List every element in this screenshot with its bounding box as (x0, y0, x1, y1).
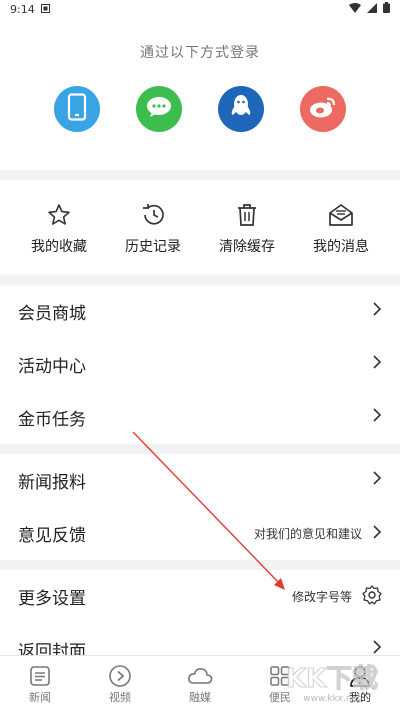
login-methods (0, 86, 400, 132)
history-icon (140, 202, 166, 228)
tab-news[interactable]: 新闻 (10, 656, 70, 711)
messages-button[interactable]: 我的消息 (301, 180, 381, 275)
news-icon (29, 663, 51, 689)
more-settings-row[interactable]: 更多设置 修改字号等 (0, 570, 400, 623)
tab-media[interactable]: 融媒 (170, 656, 230, 711)
weibo-icon (309, 95, 337, 123)
settings-hint: 修改字号等 (291, 590, 352, 604)
news-tips-row[interactable]: 新闻报料 (0, 454, 400, 507)
menu-group-1: 会员商城 活动中心 金币任务 (0, 285, 400, 444)
messages-label: 我的消息 (313, 239, 369, 255)
clear-cache-label: 清除缓存 (219, 239, 275, 255)
tab-media-label: 融媒 (189, 690, 211, 704)
message-icon (328, 202, 354, 228)
history-button[interactable]: 历史记录 (113, 180, 193, 275)
notification-icon (40, 3, 50, 16)
chevron-right-icon (372, 354, 382, 375)
login-title: 通过以下方式登录 (140, 45, 260, 61)
clear-cache-button[interactable]: 清除缓存 (207, 180, 287, 275)
wechat-login-button[interactable] (136, 86, 182, 132)
svg-text:KK下载: KK下载 (286, 664, 378, 694)
chevron-right-icon (372, 470, 382, 491)
member-mall-row[interactable]: 会员商城 (0, 285, 400, 338)
news-tips-label: 新闻报料 (18, 473, 86, 493)
wifi-icon (349, 2, 361, 16)
activity-center-row[interactable]: 活动中心 (0, 338, 400, 391)
favorites-label: 我的收藏 (31, 239, 87, 255)
tab-news-label: 新闻 (29, 690, 51, 704)
feedback-hint: 对我们的意见和建议 (253, 527, 362, 541)
coin-tasks-row[interactable]: 金币任务 (0, 391, 400, 444)
coin-tasks-label: 金币任务 (18, 410, 86, 430)
phone-icon (67, 93, 87, 125)
cloud-icon (187, 663, 213, 689)
weibo-login-button[interactable] (300, 86, 346, 132)
quick-actions: 我的收藏 历史记录 清除缓存 我的消息 (0, 180, 400, 275)
favorites-button[interactable]: 我的收藏 (19, 180, 99, 275)
watermark-logo: KK下载 www.kkx.net (285, 664, 378, 705)
wechat-icon (145, 95, 173, 123)
chevron-right-icon (372, 301, 382, 322)
feedback-label: 意见反馈 (18, 526, 86, 546)
feedback-row[interactable]: 意见反馈 对我们的意见和建议 (0, 507, 400, 560)
video-icon (108, 663, 132, 689)
member-mall-label: 会员商城 (18, 304, 86, 324)
phone-login-button[interactable] (54, 86, 100, 132)
chevron-right-icon (372, 407, 382, 428)
signal-icon (367, 2, 377, 16)
star-icon (47, 202, 71, 228)
tab-video[interactable]: 视频 (90, 656, 150, 711)
login-section: 通过以下方式登录 (0, 18, 400, 170)
history-label: 历史记录 (125, 239, 181, 255)
chevron-right-icon (372, 524, 382, 543)
status-bar: 9:14 (0, 0, 400, 18)
gear-icon (362, 585, 382, 608)
svg-text:www.kkx.net: www.kkx.net (303, 694, 361, 704)
battery-icon (383, 2, 390, 16)
activity-center-label: 活动中心 (18, 357, 86, 377)
qq-login-button[interactable] (218, 86, 264, 132)
tab-video-label: 视频 (109, 690, 131, 704)
more-settings-label: 更多设置 (18, 589, 86, 609)
qq-icon (230, 94, 252, 124)
trash-icon (236, 202, 258, 228)
menu-group-2: 新闻报料 意见反馈 对我们的意见和建议 (0, 454, 400, 560)
status-time: 9:14 (10, 2, 35, 16)
